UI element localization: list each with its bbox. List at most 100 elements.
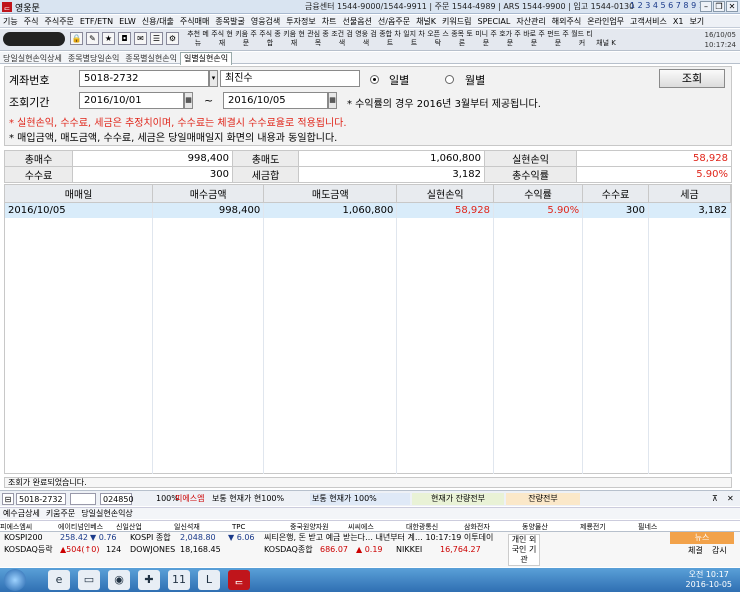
pin-bar-icon[interactable]: ⊼ <box>712 493 724 505</box>
password-input[interactable] <box>70 493 96 505</box>
empty-cell <box>152 314 265 330</box>
media-icon[interactable]: ◉ <box>108 570 130 590</box>
order-type-2[interactable]: 보통 현재가 100% <box>310 493 410 505</box>
menu-item[interactable]: X1 <box>670 15 687 28</box>
empty-cell <box>582 394 649 410</box>
screen-numbers[interactable]: 1 2 3 4 5 6 7 8 9 10 <box>630 1 709 10</box>
bottom-tab[interactable]: 당일실현손익상 <box>78 508 136 520</box>
menu-item[interactable]: 주식 <box>21 15 42 28</box>
menu-item[interactable]: 차트 <box>319 15 340 28</box>
menu-item[interactable]: ELW <box>116 15 139 28</box>
menu-item[interactable]: 투자정보 <box>283 15 318 28</box>
quick-menu-item[interactable]: 채널 K <box>594 39 618 48</box>
news-tab[interactable]: 뉴스 <box>670 532 734 544</box>
chegyeol-tab[interactable]: 체결 <box>688 545 703 557</box>
star-icon[interactable]: ★ <box>102 32 115 45</box>
order-type-4[interactable]: 잔량전부 <box>506 493 580 505</box>
query-button[interactable]: 조회 <box>659 69 725 88</box>
quick-menu-item[interactable]: 관심 종목 <box>306 30 330 48</box>
pin-icon[interactable]: ⊟ <box>2 493 14 505</box>
ie-icon[interactable]: e <box>48 570 70 590</box>
menu-item[interactable]: 주식주문 <box>41 15 76 28</box>
gamsi-tab[interactable]: 감시 <box>712 545 727 557</box>
menu-item[interactable]: 선/옵주문 <box>375 15 413 28</box>
menu-icon[interactable]: ☰ <box>150 32 163 45</box>
menu-item[interactable]: 주식매매 <box>177 15 212 28</box>
quick-menu-item[interactable]: 종합 차트 <box>378 30 402 48</box>
gear-icon[interactable]: ⚙ <box>166 32 179 45</box>
11st-icon[interactable]: 11 <box>168 570 190 590</box>
quick-menu-item[interactable]: 주식 현재 <box>210 30 234 48</box>
quick-menu-item[interactable]: 펀드 주문 <box>546 30 570 48</box>
date-to-input[interactable]: 2016/10/05 <box>223 92 328 109</box>
camera-icon[interactable]: ◘ <box>118 32 131 45</box>
minimize-icon[interactable]: – <box>700 1 712 12</box>
lock-icon[interactable]: 🔒 <box>70 32 83 45</box>
close-icon[interactable]: ✕ <box>726 1 738 12</box>
pencil-icon[interactable]: ✎ <box>86 32 99 45</box>
menu-item[interactable]: 채널K <box>413 15 439 28</box>
menu-item[interactable]: ETF/ETN <box>77 15 116 28</box>
tab-2[interactable]: 종목별실현손익 <box>122 53 180 65</box>
screen-search-input[interactable] <box>3 32 65 46</box>
empty-cell <box>263 330 398 346</box>
menu-item[interactable]: SPECIAL <box>474 15 513 28</box>
calendar-to-icon[interactable]: ▦ <box>328 92 337 109</box>
ahn-icon[interactable]: ✚ <box>138 570 160 590</box>
quick-menu-item[interactable]: 주식 종합 <box>258 30 282 48</box>
empty-cell <box>648 250 732 266</box>
menu-item[interactable]: 영웅검색 <box>248 15 283 28</box>
empty-cell <box>493 218 584 234</box>
empty-cell <box>582 410 649 426</box>
quick-menu-item[interactable]: 추천 메뉴 <box>186 30 210 48</box>
quick-menu-item[interactable]: 키움 현재 <box>282 30 306 48</box>
daily-radio[interactable] <box>370 75 379 84</box>
quick-menu-item[interactable]: 바로 주문 <box>522 30 546 48</box>
tab-1[interactable]: 종목별당일손익 <box>65 53 123 65</box>
menu-item[interactable]: 선물옵션 <box>339 15 374 28</box>
quick-menu-item[interactable]: 오픈 스탁 <box>426 30 450 48</box>
menu-item[interactable]: 신용/대출 <box>139 15 177 28</box>
mail-icon[interactable]: ✉ <box>134 32 147 45</box>
quick-menu-item[interactable]: 미니 주문 <box>474 30 498 48</box>
date-from-input[interactable]: 2016/10/01 <box>79 92 184 109</box>
table-row[interactable]: 2016/10/05 998,400 1,060,800 58,928 5.90% 300… <box>5 202 732 218</box>
tab-0[interactable]: 당일실현손익상세 <box>0 53 65 65</box>
code-input[interactable]: 024850 <box>100 493 134 505</box>
bottom-tab[interactable]: 예수금상세 <box>0 508 43 520</box>
quick-menu-item[interactable]: 조건 검색 <box>330 30 354 48</box>
menu-item[interactable]: 기능 <box>0 15 21 28</box>
order-type-3[interactable]: 현재가 잔량전부 <box>412 493 504 505</box>
quick-menu-item[interactable]: 월드 티커 <box>570 30 594 48</box>
quick-menu-item[interactable]: 키움 주문 <box>234 30 258 48</box>
quick-menu-item[interactable]: 호가 주문 <box>498 30 522 48</box>
order-type-1[interactable]: 보통 현재가 현100% <box>212 493 307 505</box>
menu-item[interactable]: 온라인업무 <box>584 15 627 28</box>
quick-menu-item[interactable]: 영웅 검색 <box>354 30 378 48</box>
account-dropdown[interactable]: ▾ <box>209 70 218 87</box>
news-headline[interactable]: 씨티은행, 돈 받고 예금 받는다… 내년부터 계… 10:17:19 이투데이 <box>264 532 499 544</box>
menu-item[interactable]: 해외주식 <box>549 15 584 28</box>
empty-row <box>5 282 732 298</box>
hero-app-icon[interactable]: ᆮ <box>228 570 250 590</box>
quick-menu-item[interactable]: 종목 토론 <box>450 30 474 48</box>
folder-icon[interactable]: ▭ <box>78 570 100 590</box>
account-input[interactable]: 5018-2732 <box>79 70 209 87</box>
bottom-tab[interactable]: 키움주문 <box>43 508 78 520</box>
menu-item[interactable]: 키워드림 <box>439 15 474 28</box>
quick-menu-item[interactable]: 일지 차트 <box>402 30 426 48</box>
menu-item[interactable]: 보기 <box>686 15 707 28</box>
query-panel: 계좌번호 5018-2732 ▾ 최진수 일별 월별 조회 조회기간 2016/… <box>4 66 732 146</box>
bottom-account[interactable]: 5018-2732 <box>16 493 66 505</box>
close-bar-icon[interactable]: ✕ <box>727 493 737 505</box>
l-app-icon[interactable]: L <box>198 570 220 590</box>
restore-icon[interactable]: ❐ <box>713 1 725 12</box>
calendar-from-icon[interactable]: ▦ <box>184 92 193 109</box>
windows-start-icon[interactable] <box>4 569 26 591</box>
menu-item[interactable]: 고객서비스 <box>627 15 670 28</box>
empty-cell <box>493 458 584 474</box>
tab-3[interactable]: 일별실현손익 <box>179 52 233 65</box>
menu-item[interactable]: 자산관리 <box>513 15 548 28</box>
menu-item[interactable]: 종목발굴 <box>212 15 247 28</box>
monthly-radio[interactable] <box>445 75 454 84</box>
